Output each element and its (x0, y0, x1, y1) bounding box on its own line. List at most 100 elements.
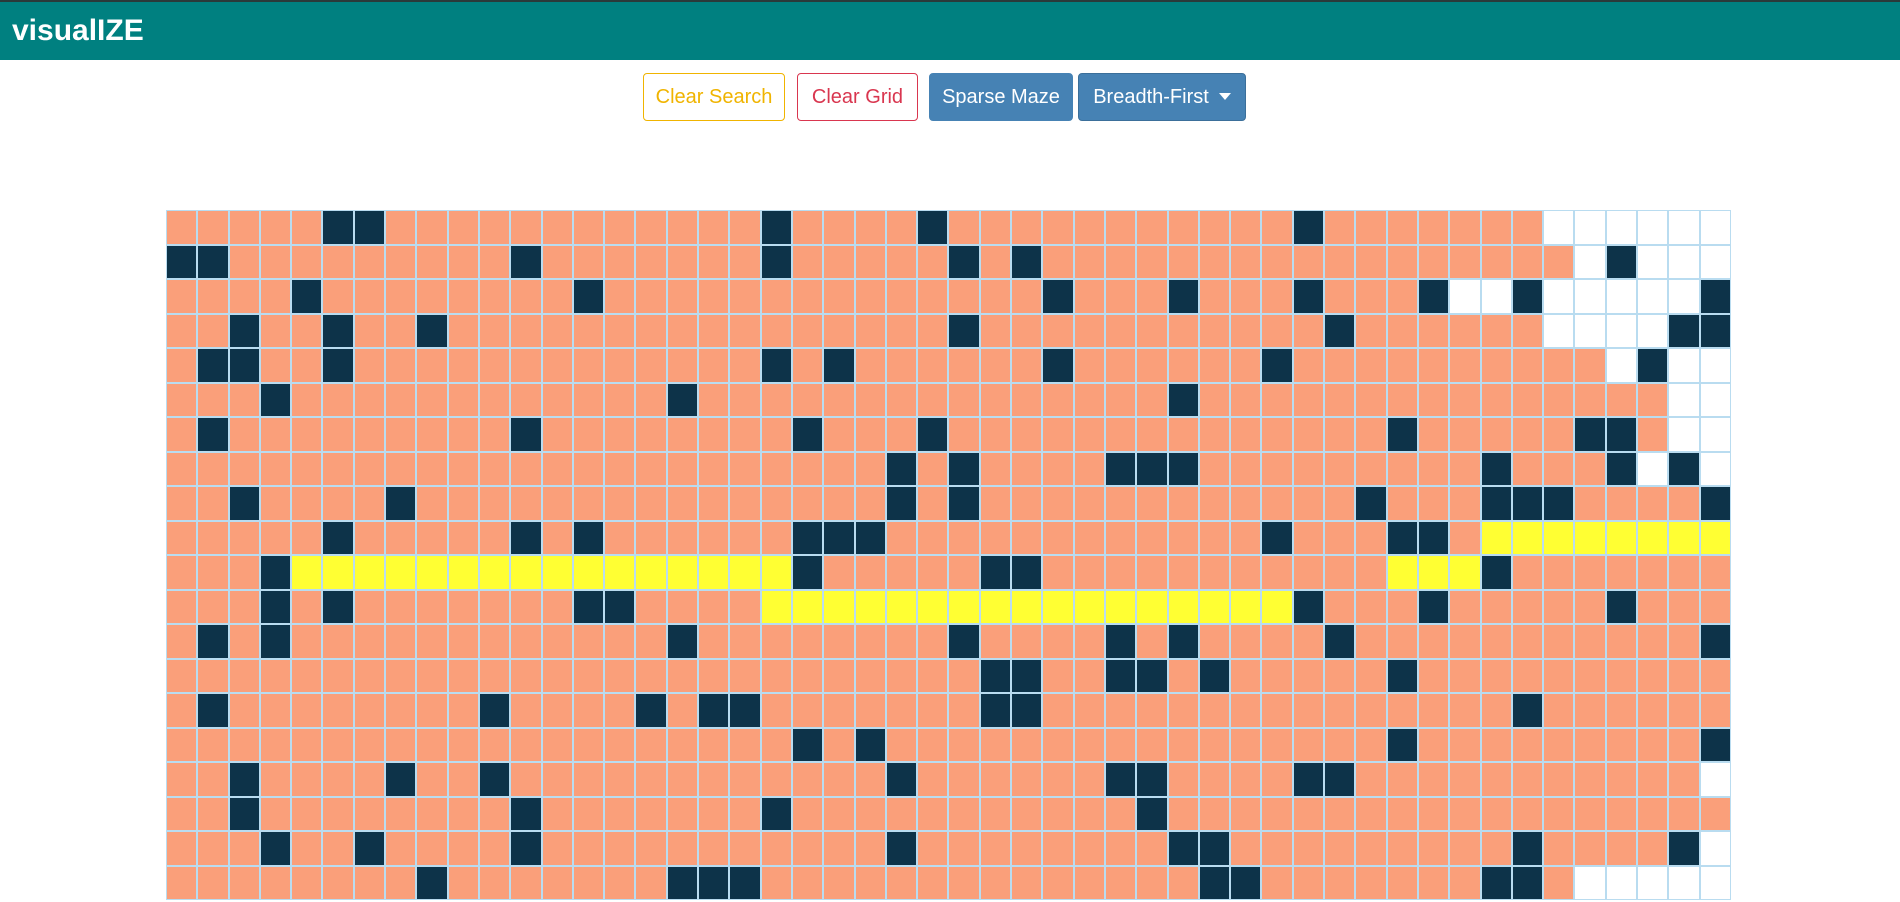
visited-cell[interactable] (855, 418, 885, 451)
visited-cell[interactable] (448, 797, 478, 830)
visited-cell[interactable] (167, 418, 197, 451)
visited-cell[interactable] (918, 383, 948, 416)
visited-cell[interactable] (229, 866, 259, 899)
visited-cell[interactable] (292, 211, 322, 244)
visited-cell[interactable] (448, 625, 478, 658)
visited-cell[interactable] (1262, 866, 1292, 899)
visited-cell[interactable] (448, 659, 478, 692)
path-cell[interactable] (1669, 521, 1699, 554)
visited-cell[interactable] (949, 659, 979, 692)
visited-cell[interactable] (980, 418, 1011, 451)
wall-cell[interactable] (761, 349, 791, 382)
visited-cell[interactable] (1606, 556, 1637, 589)
visited-cell[interactable] (354, 694, 385, 727)
visited-cell[interactable] (1325, 245, 1355, 278)
visited-cell[interactable] (1012, 349, 1042, 382)
wall-cell[interactable] (1700, 625, 1730, 658)
empty-cell[interactable] (1544, 211, 1574, 244)
wall-cell[interactable] (1012, 659, 1042, 692)
visited-cell[interactable] (1262, 556, 1292, 589)
visited-cell[interactable] (448, 280, 478, 313)
visited-cell[interactable] (761, 832, 791, 865)
visited-cell[interactable] (573, 418, 604, 451)
visited-cell[interactable] (605, 487, 635, 520)
visited-cell[interactable] (1325, 487, 1355, 520)
visited-cell[interactable] (792, 452, 823, 485)
visited-cell[interactable] (1012, 763, 1042, 796)
visited-cell[interactable] (1418, 245, 1449, 278)
visited-cell[interactable] (667, 763, 698, 796)
visited-cell[interactable] (1262, 383, 1292, 416)
visited-cell[interactable] (323, 694, 353, 727)
visited-cell[interactable] (886, 314, 917, 347)
visited-cell[interactable] (448, 314, 478, 347)
visited-cell[interactable] (1199, 797, 1230, 830)
wall-cell[interactable] (1168, 452, 1198, 485)
visited-cell[interactable] (1544, 383, 1574, 416)
wall-cell[interactable] (323, 521, 353, 554)
visited-cell[interactable] (824, 487, 854, 520)
visited-cell[interactable] (1669, 763, 1699, 796)
empty-cell[interactable] (1606, 211, 1637, 244)
visited-cell[interactable] (886, 694, 917, 727)
visited-cell[interactable] (1074, 280, 1104, 313)
visited-cell[interactable] (1199, 728, 1230, 761)
visited-cell[interactable] (792, 211, 823, 244)
visited-cell[interactable] (636, 418, 666, 451)
visited-cell[interactable] (167, 590, 197, 623)
visited-cell[interactable] (1481, 418, 1511, 451)
empty-cell[interactable] (1700, 763, 1730, 796)
visited-cell[interactable] (1325, 832, 1355, 865)
path-cell[interactable] (761, 556, 791, 589)
wall-cell[interactable] (1137, 452, 1167, 485)
visited-cell[interactable] (1638, 659, 1668, 692)
wall-cell[interactable] (1293, 280, 1324, 313)
visited-cell[interactable] (1325, 556, 1355, 589)
wall-cell[interactable] (1418, 590, 1449, 623)
visited-cell[interactable] (1043, 452, 1073, 485)
visited-cell[interactable] (573, 763, 604, 796)
visited-cell[interactable] (636, 832, 666, 865)
visited-cell[interactable] (354, 659, 385, 692)
visited-cell[interactable] (918, 245, 948, 278)
wall-cell[interactable] (1669, 832, 1699, 865)
visited-cell[interactable] (479, 280, 510, 313)
visited-cell[interactable] (1168, 314, 1198, 347)
empty-cell[interactable] (1669, 245, 1699, 278)
visited-cell[interactable] (605, 349, 635, 382)
clear-grid-button[interactable]: Clear Grid (797, 73, 918, 121)
visited-cell[interactable] (761, 659, 791, 692)
visited-cell[interactable] (1105, 314, 1136, 347)
visited-cell[interactable] (479, 211, 510, 244)
visited-cell[interactable] (386, 280, 416, 313)
wall-cell[interactable] (1512, 866, 1543, 899)
visited-cell[interactable] (417, 418, 447, 451)
visited-cell[interactable] (448, 590, 478, 623)
visited-cell[interactable] (980, 728, 1011, 761)
visited-cell[interactable] (198, 211, 228, 244)
visited-cell[interactable] (448, 728, 478, 761)
path-cell[interactable] (292, 556, 322, 589)
wall-cell[interactable] (1575, 418, 1605, 451)
wall-cell[interactable] (323, 314, 353, 347)
visited-cell[interactable] (167, 659, 197, 692)
visited-cell[interactable] (1418, 314, 1449, 347)
wall-cell[interactable] (198, 625, 228, 658)
visited-cell[interactable] (386, 866, 416, 899)
visited-cell[interactable] (761, 625, 791, 658)
visited-cell[interactable] (1043, 797, 1073, 830)
visited-cell[interactable] (1231, 556, 1261, 589)
visited-cell[interactable] (855, 625, 885, 658)
visited-cell[interactable] (1105, 521, 1136, 554)
wall-cell[interactable] (1231, 866, 1261, 899)
wall-cell[interactable] (730, 866, 760, 899)
visited-cell[interactable] (1450, 590, 1480, 623)
visited-cell[interactable] (260, 211, 291, 244)
visited-cell[interactable] (1137, 832, 1167, 865)
visited-cell[interactable] (1450, 211, 1480, 244)
path-cell[interactable] (1137, 590, 1167, 623)
visited-cell[interactable] (511, 349, 541, 382)
visited-cell[interactable] (730, 625, 760, 658)
path-cell[interactable] (667, 556, 698, 589)
visited-cell[interactable] (1356, 556, 1386, 589)
